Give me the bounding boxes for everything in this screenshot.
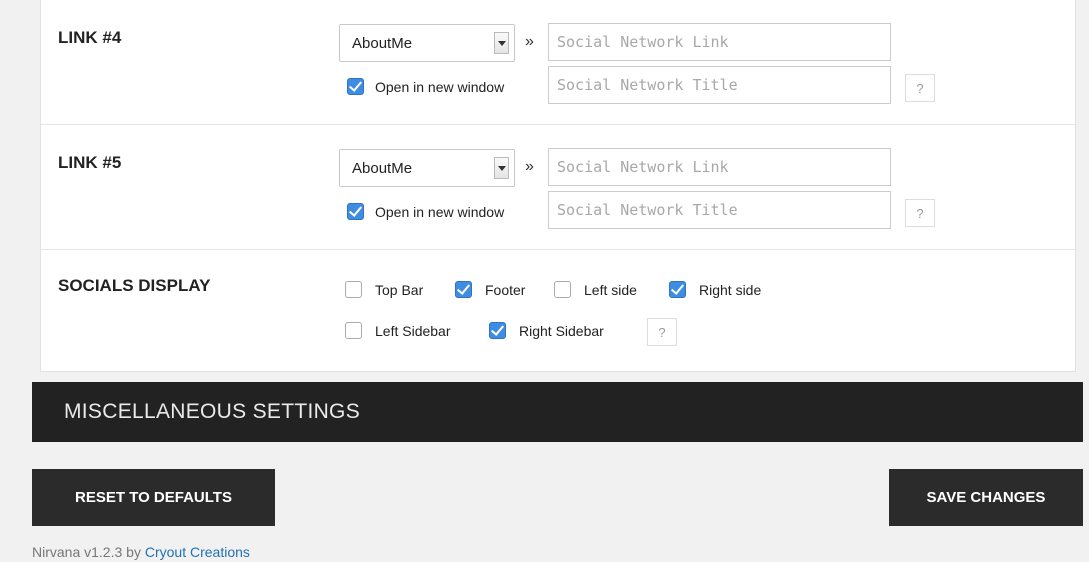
link-5-new-window-checkbox[interactable] xyxy=(347,203,364,220)
link-5-label: LINK #5 xyxy=(58,153,122,172)
link-4-title-input[interactable] xyxy=(548,66,891,104)
link-5-new-window-label: Open in new window xyxy=(375,204,505,220)
link-4-new-window-label: Open in new window xyxy=(375,79,505,95)
chevron-down-icon xyxy=(494,157,509,179)
link-4-url-input[interactable] xyxy=(548,23,891,61)
left-side-checkbox[interactable] xyxy=(554,281,571,298)
right-side-label: Right side xyxy=(699,282,762,298)
socials-display-label: SOCIALS DISPLAY xyxy=(58,276,211,295)
reset-defaults-button[interactable]: RESET TO DEFAULTS xyxy=(32,469,275,526)
socials-display-row: SOCIALS DISPLAY Top Bar Footer Left side… xyxy=(41,250,1075,372)
link-5-row: LINK #5 AboutMe » Open in new window ? xyxy=(41,125,1075,250)
left-sidebar-label: Left Sidebar xyxy=(375,323,451,339)
link-4-new-window-checkbox[interactable] xyxy=(347,78,364,95)
cryout-creations-link[interactable]: Cryout Creations xyxy=(145,544,250,560)
link-5-network-select[interactable]: AboutMe xyxy=(339,149,515,187)
link-4-help-button[interactable]: ? xyxy=(905,74,935,102)
right-side-checkbox[interactable] xyxy=(669,281,686,298)
topbar-label: Top Bar xyxy=(375,282,424,298)
right-sidebar-checkbox[interactable] xyxy=(489,322,506,339)
save-changes-button[interactable]: SAVE CHANGES xyxy=(889,469,1083,526)
footer-label: Footer xyxy=(485,282,526,298)
footer-checkbox[interactable] xyxy=(455,281,472,298)
left-side-label: Left side xyxy=(584,282,637,298)
link-5-title-input[interactable] xyxy=(548,191,891,229)
link-4-row: LINK #4 AboutMe » Open in new window ? xyxy=(41,0,1075,125)
raquo-separator: » xyxy=(525,158,534,175)
settings-panel: LINK #4 AboutMe » Open in new window ? L… xyxy=(40,0,1076,372)
raquo-separator: » xyxy=(525,33,534,50)
chevron-down-icon xyxy=(494,32,509,54)
left-sidebar-checkbox[interactable] xyxy=(345,322,362,339)
miscellaneous-settings-header[interactable]: MISCELLANEOUS SETTINGS xyxy=(32,382,1083,442)
link-4-select-value: AboutMe xyxy=(352,34,413,52)
link-5-help-button[interactable]: ? xyxy=(905,199,935,227)
right-sidebar-label: Right Sidebar xyxy=(519,323,604,339)
footer-credit: Nirvana v1.2.3 by Cryout Creations xyxy=(32,544,250,560)
link-4-network-select[interactable]: AboutMe xyxy=(339,24,515,62)
topbar-checkbox[interactable] xyxy=(345,281,362,298)
link-5-url-input[interactable] xyxy=(548,148,891,186)
link-5-select-value: AboutMe xyxy=(352,159,413,177)
link-4-label: LINK #4 xyxy=(58,28,122,47)
socials-display-help-button[interactable]: ? xyxy=(647,318,677,346)
footer-version: Nirvana v1.2.3 by xyxy=(32,544,145,560)
